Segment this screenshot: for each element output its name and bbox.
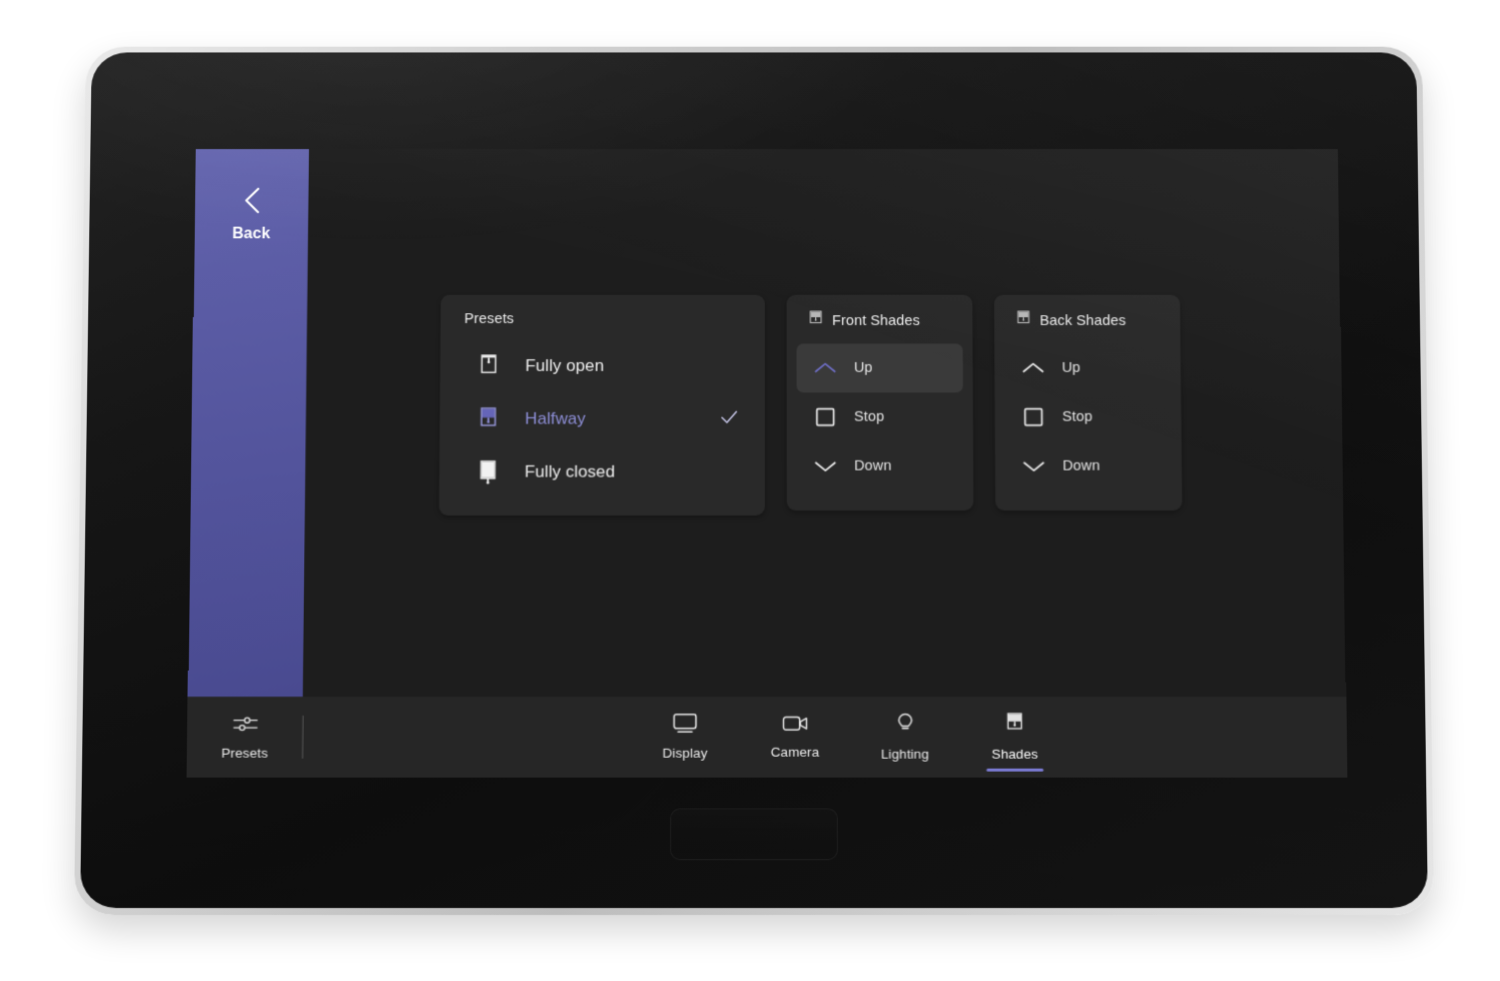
chevron-down-icon: [797, 457, 855, 475]
nav-tab-label: Display: [662, 745, 708, 761]
front-shades-card: Front Shades Up Stop Down: [786, 294, 974, 511]
back-shades-stop-button[interactable]: Stop: [1005, 393, 1172, 442]
nav-presets-button[interactable]: Presets: [187, 714, 303, 761]
preset-label: Fully closed: [524, 462, 616, 481]
nav-tab-camera[interactable]: Camera: [755, 713, 835, 762]
device-frame: Back Presets Fully open Halfway Fully cl…: [80, 52, 1428, 909]
preset-item-halfway[interactable]: Halfway: [440, 393, 765, 446]
shade-fully-open-icon: [476, 352, 502, 379]
shade-button-label: Stop: [854, 409, 885, 425]
shade-button-label: Down: [1062, 458, 1101, 475]
back-shades-card: Back Shades Up Stop Down: [994, 294, 1183, 511]
check-icon: [719, 407, 741, 432]
screenshot-stage: Back Presets Fully open Halfway Fully cl…: [0, 0, 1500, 981]
shade-group-icon: [808, 309, 823, 332]
stop-square-icon: [797, 406, 855, 428]
shade-button-label: Down: [854, 458, 892, 475]
shade-group-icon: [1016, 309, 1031, 332]
presets-card: Presets Fully open Halfway Fully closed: [438, 294, 765, 516]
back-shades-up-button[interactable]: Up: [1004, 344, 1171, 393]
presets-list: Fully open Halfway Fully closed: [439, 340, 765, 499]
chevron-up-icon: [797, 359, 854, 377]
front-shades-up-button[interactable]: Up: [796, 343, 964, 393]
shade-icon: [1005, 711, 1025, 740]
shade-button-label: Up: [1061, 360, 1081, 376]
device-chin-plate: [670, 808, 838, 861]
preset-item-fully-closed[interactable]: Fully closed: [439, 446, 765, 499]
shade-button-label: Stop: [1062, 409, 1093, 425]
back-button-label: Back: [232, 225, 271, 243]
shade-button-label: Up: [853, 360, 873, 376]
back-shades-header: Back Shades: [994, 309, 1180, 332]
bulb-icon: [894, 711, 915, 740]
shade-halfway-icon: [475, 405, 501, 432]
back-shades-buttons: Up Stop Down: [994, 344, 1182, 491]
chevron-down-icon: [1005, 457, 1063, 475]
bottom-navigation-bar: Presets Display Camera Lighting Shades: [186, 696, 1348, 778]
chevron-left-icon: [237, 184, 267, 217]
chevron-up-icon: [1004, 359, 1062, 377]
nav-tab-display[interactable]: Display: [645, 712, 725, 763]
screen-body: Back Presets Fully open Halfway Fully cl…: [187, 149, 1346, 697]
navbar-tabs: Display Camera Lighting Shades: [303, 711, 1347, 771]
front-shades-buttons: Up Stop Down: [787, 343, 974, 491]
content-area: Presets Fully open Halfway Fully closed …: [303, 149, 1346, 697]
nav-tab-label: Lighting: [880, 746, 929, 762]
stop-square-icon: [1005, 406, 1063, 428]
touch-screen: Back Presets Fully open Halfway Fully cl…: [186, 149, 1348, 778]
nav-tab-lighting[interactable]: Lighting: [865, 711, 945, 763]
camera-icon: [780, 713, 809, 739]
preset-label: Halfway: [524, 409, 586, 428]
cards-row: Presets Fully open Halfway Fully closed …: [438, 294, 1183, 516]
navbar-left: Presets: [187, 697, 304, 778]
back-shades-down-button[interactable]: Down: [1005, 442, 1172, 491]
preset-item-fully-open[interactable]: Fully open: [440, 340, 765, 393]
preset-label: Fully open: [525, 356, 604, 375]
nav-tab-shades[interactable]: Shades: [975, 711, 1055, 771]
back-button[interactable]: Back: [187, 149, 309, 697]
back-shades-title: Back Shades: [1039, 313, 1126, 329]
nav-tab-label: Shades: [991, 746, 1039, 762]
front-shades-header: Front Shades: [787, 309, 973, 332]
nav-presets-label: Presets: [221, 745, 268, 761]
presets-card-title: Presets: [464, 311, 514, 328]
monitor-icon: [671, 712, 699, 740]
shade-fully-closed-icon: [475, 458, 501, 486]
front-shades-down-button[interactable]: Down: [797, 442, 964, 491]
nav-tab-label: Camera: [770, 744, 820, 760]
nav-tab-underline: [986, 768, 1044, 771]
front-shades-title: Front Shades: [832, 313, 921, 329]
sliders-icon: [231, 714, 259, 739]
device-bezel: Back Presets Fully open Halfway Fully cl…: [74, 46, 1434, 915]
front-shades-stop-button[interactable]: Stop: [797, 393, 964, 442]
